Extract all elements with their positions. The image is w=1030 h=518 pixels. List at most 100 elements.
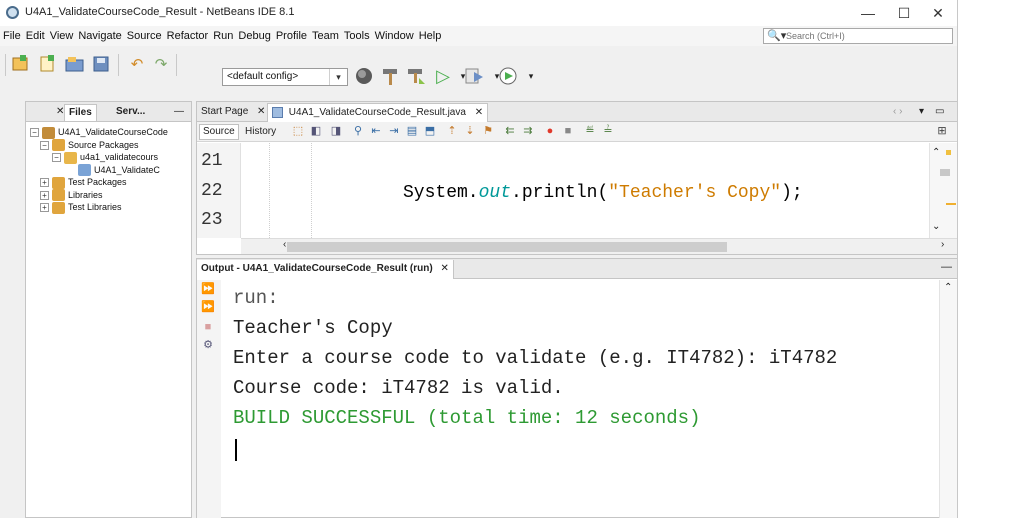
tree-item[interactable]: + Test Libraries: [40, 200, 122, 215]
code-area[interactable]: System.out.println("Teacher's Copy");: [243, 143, 929, 238]
menu-team[interactable]: Team: [312, 30, 339, 42]
uncomment-icon[interactable]: ≟: [601, 125, 615, 138]
comment-icon[interactable]: ≝: [583, 125, 597, 138]
tab-start-page-label: Start Page: [201, 106, 249, 117]
expand-icon[interactable]: +: [40, 190, 49, 200]
find-previous-icon[interactable]: ⇤: [369, 125, 383, 138]
scroll-right-icon[interactable]: ›: [941, 239, 944, 250]
minimize-button[interactable]: —: [848, 0, 888, 26]
editor-vertical-scrollbar[interactable]: ⌃ ⌄: [929, 143, 957, 238]
search-input[interactable]: [786, 30, 946, 42]
new-project-icon[interactable]: [10, 55, 32, 75]
tab-output-run[interactable]: Output - U4A1_ValidateCourseCode_Result …: [197, 260, 454, 279]
back-icon[interactable]: ◧: [309, 125, 323, 138]
menu-refactor[interactable]: Refactor: [167, 30, 209, 42]
rerun-icon[interactable]: ⏩: [201, 282, 215, 296]
globe-icon[interactable]: [354, 66, 376, 86]
editor-horizontal-scrollbar[interactable]: ‹ ›: [241, 238, 957, 254]
output-side-toolbar: ⏩ ⏩ ■ ⚙: [197, 280, 221, 518]
hammer-icon[interactable]: [380, 66, 402, 86]
tree-item-label: Test Libraries: [68, 202, 122, 212]
expand-icon[interactable]: +: [40, 203, 49, 213]
menu-edit[interactable]: Edit: [26, 30, 45, 42]
caret-marker: [946, 203, 956, 205]
scroll-left-icon[interactable]: ‹: [283, 239, 286, 250]
forward-icon[interactable]: ◨: [329, 125, 343, 138]
find-icon[interactable]: ⚲: [351, 125, 365, 138]
minimize-panel-icon[interactable]: —: [941, 261, 952, 273]
tab-services[interactable]: Serv...: [112, 104, 149, 121]
collapse-icon[interactable]: −: [40, 140, 49, 150]
start-macro-icon[interactable]: ●: [543, 125, 557, 138]
menu-help[interactable]: Help: [419, 30, 442, 42]
toggle-highlight-icon[interactable]: ▤: [405, 125, 419, 138]
collapse-icon[interactable]: −: [52, 153, 61, 163]
previous-bookmark-icon[interactable]: ⇡: [445, 125, 459, 138]
menu-file[interactable]: File: [3, 30, 21, 42]
tree-item-label: Libraries: [68, 189, 103, 200]
menu-view[interactable]: View: [50, 30, 74, 42]
tab-output-label: Output - U4A1_ValidateCourseCode_Result …: [201, 263, 433, 274]
view-tab-source[interactable]: Source: [199, 124, 239, 140]
output-line: run:: [233, 287, 279, 309]
close-tab-icon[interactable]: ✕: [440, 263, 448, 274]
find-next-icon[interactable]: ⇥: [387, 125, 401, 138]
output-tabs: Output - U4A1_ValidateCourseCode_Result …: [197, 259, 957, 279]
next-bookmark-icon[interactable]: ⇣: [463, 125, 477, 138]
output-vertical-scrollbar[interactable]: ⌃: [939, 280, 957, 518]
profile-icon[interactable]: [498, 66, 520, 86]
minimize-panel-icon[interactable]: —: [170, 104, 188, 121]
scroll-thumb[interactable]: [287, 242, 727, 252]
rerun-with-params-icon[interactable]: ⏩: [201, 300, 215, 314]
collapse-icon[interactable]: −: [30, 128, 39, 138]
warning-marker[interactable]: [946, 150, 951, 155]
search-box[interactable]: 🔍▾: [763, 28, 953, 44]
close-tab-icon[interactable]: ✕: [257, 106, 265, 117]
menu-profile[interactable]: Profile: [276, 30, 307, 42]
tree-item-label: Test Packages: [68, 177, 127, 187]
expand-icon[interactable]: +: [40, 178, 49, 188]
window-title: U4A1_ValidateCourseCode_Result - NetBean…: [25, 6, 295, 18]
scroll-tabs-icon[interactable]: ‹ ›: [889, 103, 906, 122]
redo-icon[interactable]: ↷: [150, 55, 172, 75]
menu-run[interactable]: Run: [213, 30, 233, 42]
menu-navigate[interactable]: Navigate: [78, 30, 121, 42]
new-file-icon[interactable]: [37, 55, 59, 75]
maximize-editor-icon[interactable]: ▭: [931, 103, 948, 122]
shift-right-icon[interactable]: ⇉: [521, 125, 535, 138]
menu-source[interactable]: Source: [127, 30, 162, 42]
tab-start-page[interactable]: Start Page ✕: [197, 103, 269, 122]
shift-left-icon[interactable]: ⇇: [503, 125, 517, 138]
profile-dropdown-icon[interactable]: ▾: [520, 66, 542, 86]
open-project-icon[interactable]: [64, 55, 86, 75]
undo-icon[interactable]: ↶: [126, 55, 148, 75]
close-button[interactable]: ✕: [918, 0, 957, 26]
tab-java-file[interactable]: U4A1_ValidateCourseCode_Result.java ✕: [267, 103, 489, 122]
last-edit-icon[interactable]: ⬚: [291, 125, 305, 138]
title-bar: U4A1_ValidateCourseCode_Result - NetBean…: [0, 0, 957, 26]
scroll-thumb[interactable]: [940, 169, 950, 176]
config-select[interactable]: <default config> ▾: [222, 68, 348, 86]
debug-icon[interactable]: [464, 66, 486, 86]
stop-icon[interactable]: ■: [201, 320, 215, 334]
toggle-rect-select-icon[interactable]: ⬒: [423, 125, 437, 138]
view-tab-history[interactable]: History: [241, 124, 280, 140]
split-editor-icon[interactable]: ⊞: [935, 125, 949, 138]
netbeans-window: U4A1_ValidateCourseCode_Result - NetBean…: [0, 0, 958, 518]
toggle-bookmark-icon[interactable]: ⚑: [481, 125, 495, 138]
scroll-up-icon[interactable]: ⌃: [932, 147, 940, 158]
scroll-up-icon[interactable]: ⌃: [944, 282, 952, 293]
tab-list-icon[interactable]: ▾: [915, 103, 928, 122]
stop-macro-icon[interactable]: ■: [561, 125, 575, 138]
tab-files[interactable]: Files: [64, 104, 97, 121]
tree-item-label: u4a1_validatecours: [80, 152, 159, 162]
menu-tools[interactable]: Tools: [344, 30, 370, 42]
clean-build-icon[interactable]: [405, 66, 427, 86]
scroll-down-icon[interactable]: ⌄: [932, 221, 940, 232]
menu-debug[interactable]: Debug: [238, 30, 270, 42]
settings-icon[interactable]: ⚙: [201, 338, 215, 352]
close-tab-icon[interactable]: ✕: [475, 107, 483, 118]
run-icon[interactable]: ▷: [432, 66, 454, 86]
menu-window[interactable]: Window: [375, 30, 414, 42]
save-all-icon[interactable]: [91, 55, 113, 75]
